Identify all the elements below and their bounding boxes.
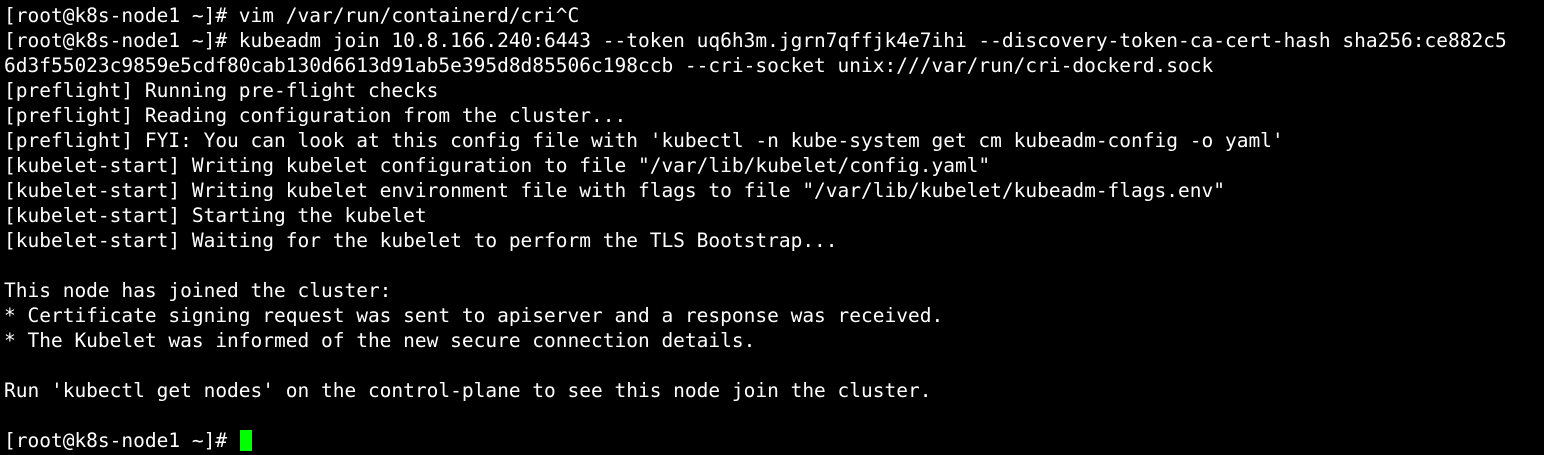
terminal-line: [kubelet-start] Starting the kubelet [4, 204, 427, 227]
terminal-line: This node has joined the cluster: [4, 279, 392, 302]
terminal-line: Run 'kubectl get nodes' on the control-p… [4, 379, 932, 402]
terminal-line: [preflight] Reading configuration from t… [4, 104, 627, 127]
terminal-line: [root@k8s-node1 ~]# vim /var/run/contain… [4, 4, 580, 27]
terminal-window[interactable]: [root@k8s-node1 ~]# vim /var/run/contain… [0, 0, 1544, 455]
terminal-line: [root@k8s-node1 ~]# kubeadm join 10.8.16… [4, 29, 1507, 52]
shell-prompt: [root@k8s-node1 ~]# [4, 429, 239, 452]
terminal-prompt-line[interactable]: [root@k8s-node1 ~]# [4, 428, 1544, 453]
terminal-line: * The Kubelet was informed of the new se… [4, 329, 756, 352]
terminal-line: [kubelet-start] Waiting for the kubelet … [4, 229, 838, 252]
terminal-line: [kubelet-start] Writing kubelet environm… [4, 179, 1225, 202]
terminal-line: * Certificate signing request was sent t… [4, 304, 944, 327]
terminal-line: [kubelet-start] Writing kubelet configur… [4, 154, 991, 177]
text-cursor [239, 430, 252, 451]
terminal-line: 6d3f55023c9859e5cdf80cab130d6613d91ab5e3… [4, 54, 1214, 77]
terminal-line: [preflight] FYI: You can look at this co… [4, 129, 1284, 152]
terminal-line: [preflight] Running pre-flight checks [4, 79, 439, 102]
